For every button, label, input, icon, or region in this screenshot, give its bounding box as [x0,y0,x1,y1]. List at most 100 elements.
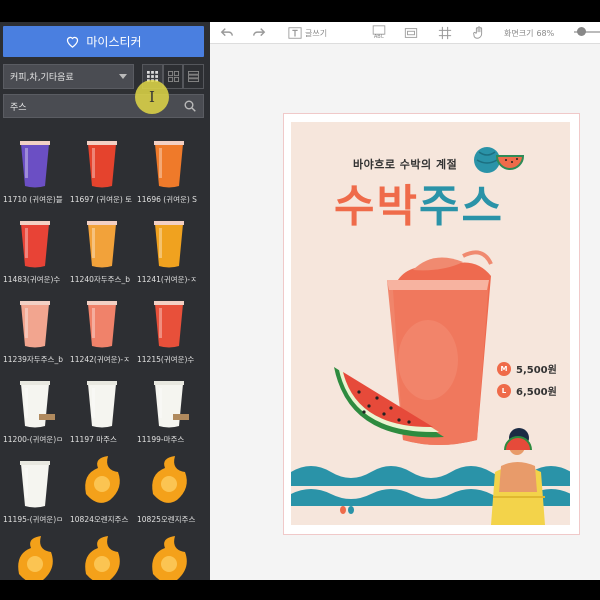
sticker-thumbnail [20,221,50,268]
sticker-item[interactable] [70,534,134,580]
cursor-highlight: I [135,80,169,114]
sticker-item[interactable]: 11696 (귀여운) S [137,134,201,212]
image-frame-button[interactable] [404,25,418,41]
font-abc-button[interactable]: ABC [372,25,386,41]
sticker-label: 11197 마주스 [70,435,117,444]
sticker-label: 11710 (귀여운)블 [3,195,63,204]
sticker-thumbnail [152,536,187,580]
zoom-control: 화면크기 68% [504,25,554,41]
sticker-thumbnail [152,456,187,503]
search-icon[interactable] [184,100,196,112]
chevron-down-icon [119,74,127,79]
zoom-slider-handle[interactable] [577,27,586,36]
sticker-thumbnail [87,221,117,268]
undo-button[interactable] [220,25,234,41]
person-illustration-image [491,428,545,525]
sticker-thumbnail [87,381,117,428]
poster-title-part2: 주스 [418,181,504,232]
redo-button[interactable] [252,25,266,41]
sticker-thumbnail [85,536,120,580]
price-large-value: 6,500원 [516,387,557,398]
size-l-badge: L [497,383,511,398]
sticker-item[interactable]: 11215(귀여운)수 [137,294,201,372]
grid-icon [438,26,452,40]
grid-toggle-button[interactable] [438,25,452,41]
sticker-item[interactable] [137,534,201,580]
app-frame: 마이스티커 커피,차,기타음료 11710 (귀여운)블 11697 (귀여운) … [0,0,600,600]
sticker-thumbnail [154,141,184,188]
watermelon-wedge-image [334,367,444,438]
sticker-item[interactable]: 11199-마주스 [137,374,201,452]
sticker-label: 11242(귀여운)-ㅈ [70,355,131,364]
sticker-label: 11697 (귀여운) 토 [70,195,133,204]
sticker-thumbnail [87,301,117,348]
my-sticker-label: 마이스티커 [86,35,142,49]
view-grid-large-button[interactable] [162,64,184,89]
sticker-item[interactable]: 11197 마주스 [70,374,134,452]
hand-icon [473,26,483,39]
abc-label: ABC [373,34,385,40]
price-medium-value: 5,500원 [516,365,557,376]
sticker-item[interactable]: 11239자두주스_b [3,294,67,372]
zoom-label: 화면크기 [504,28,534,38]
image-frame-icon [404,28,418,38]
zoom-value: 68% [536,28,555,38]
editor-toolbar: 글쓰기 ABC 화면크기 68% [210,22,600,44]
sticker-search [3,94,204,118]
sticker-label: 10825오렌지주스 [137,515,196,524]
sticker-thumbnail [20,141,50,188]
sticker-item[interactable]: 11697 (귀여운) 토 [70,134,134,212]
sticker-thumbnail [154,301,184,348]
undo-icon [220,28,233,37]
sticker-item[interactable]: 11240자두주스_b [70,214,134,292]
poster-title: 수박주스 [334,170,504,234]
text-tool-label: 글쓰기 [305,28,328,38]
size-m-badge: M [497,361,511,376]
sticker-label: 11696 (귀여운) S [137,195,197,204]
sticker-label: 11240자두주스_b [70,275,130,284]
grid-large-icon [167,71,179,82]
redo-icon [253,28,266,37]
poster-artboard[interactable]: 바야흐로 수박의 계절 수박주스 M 5,500원 L 6,500원 [291,122,570,525]
sticker-label: 11199-마주스 [137,435,185,444]
sticker-item[interactable]: 10824오렌지주스 [70,454,134,532]
sticker-item[interactable]: 11483(귀여운)수 [3,214,67,292]
my-sticker-button[interactable]: 마이스티커 [3,26,204,57]
sticker-label: 11200-(귀여운)ㅁ [3,435,64,444]
price-large: L 6,500원 [497,383,557,398]
watermelon-deco-icon [474,147,525,173]
sticker-thumbnail [87,141,117,188]
list-icon [188,71,200,82]
category-select[interactable]: 커피,차,기타음료 [3,64,134,89]
sticker-label: 10824오렌지주스 [70,515,129,524]
sticker-thumbnail [85,456,120,503]
sticker-thumbnail [20,301,50,348]
sticker-item[interactable]: 11241(귀여운)-ㅈ [137,214,201,292]
hand-tool-button[interactable] [472,25,486,41]
sticker-item[interactable]: 11195-(귀여운)ㅁ [3,454,67,532]
heart-icon [67,36,79,48]
sticker-label: 11483(귀여운)수 [3,275,61,284]
sticker-thumbnail [20,461,50,508]
sticker-thumbnail [20,381,55,428]
sticker-thumbnail [154,381,189,428]
sticker-label: 11241(귀여운)-ㅈ [137,275,198,284]
bottom-bar [0,580,600,600]
flip-flop-icon [340,506,354,514]
sticker-label: 11195-(귀여운)ㅁ [3,515,64,524]
sticker-thumbnail [18,536,53,580]
sticker-label: 11215(귀여운)수 [137,355,195,364]
view-list-button[interactable] [183,64,205,89]
sticker-item[interactable]: 10825오렌지주스 [137,454,201,532]
poster-title-part1: 수박 [334,181,419,232]
sticker-item[interactable] [3,534,67,580]
text-tool-button[interactable]: 글쓰기 [288,25,327,41]
sticker-sidebar: 마이스티커 커피,차,기타음료 11710 (귀여운)블 11697 (귀여운) … [0,22,210,580]
sticker-item[interactable]: 11200-(귀여운)ㅁ [3,374,67,452]
text-tool-icon [288,27,302,39]
sticker-item[interactable]: 11710 (귀여운)블 [3,134,67,212]
sticker-item[interactable]: 11242(귀여운)-ㅈ [70,294,134,372]
sticker-thumbnail [154,221,184,268]
category-value: 커피,차,기타음료 [10,73,74,83]
price-medium: M 5,500원 [497,361,557,376]
